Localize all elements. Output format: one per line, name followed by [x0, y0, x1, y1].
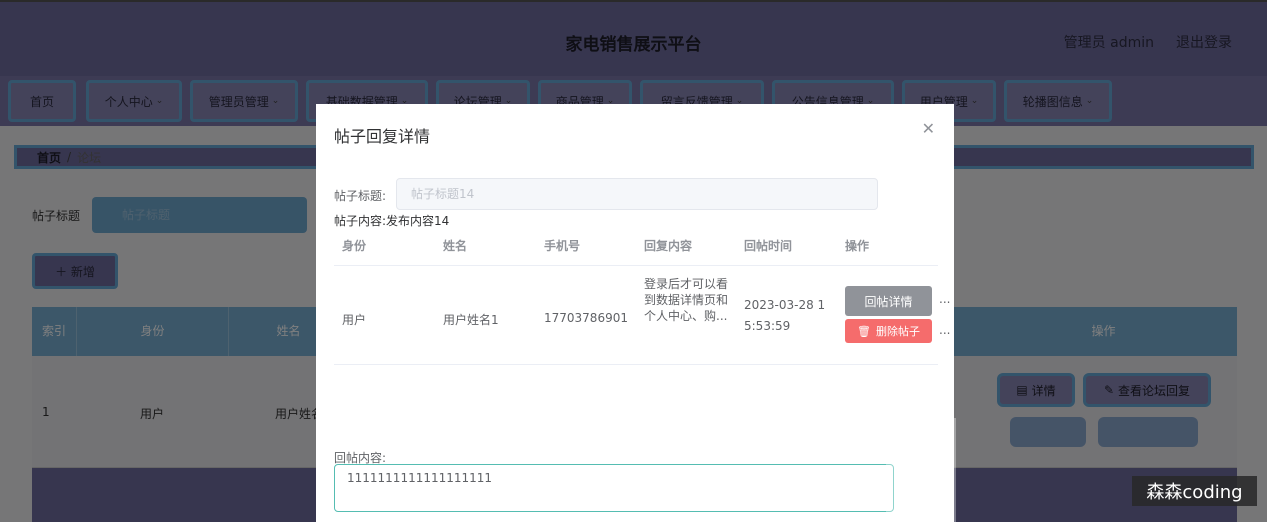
- reply-detail-button[interactable]: 回帖详情: [845, 286, 932, 316]
- post-title-label: 帖子标题:: [334, 189, 387, 203]
- reply-time: 2023-03-28 15:53:59: [744, 298, 826, 333]
- column-header-phone: 手机号: [544, 239, 581, 253]
- trash-icon: 🗑: [857, 324, 871, 338]
- table-divider: [334, 364, 938, 365]
- column-header-identity: 身份: [342, 239, 367, 253]
- column-header-actions: 操作: [845, 239, 870, 253]
- reply-content-textarea[interactable]: 1111111111111111111: [334, 464, 894, 512]
- reply-name: 用户姓名1: [443, 313, 499, 327]
- column-header-reply-content: 回复内容: [644, 239, 693, 253]
- dialog-title: 帖子回复详情: [334, 127, 431, 146]
- overflow-ellipsis: ...: [939, 323, 951, 337]
- column-header-reply-time: 回帖时间: [744, 239, 793, 253]
- post-content-value: 发布内容14: [386, 214, 450, 228]
- reply-detail-dialog: 帖子回复详情 ✕ 帖子标题: 帖子标题14 帖子内容:发布内容14 身份 姓名 …: [316, 104, 954, 522]
- reply-identity: 用户: [342, 313, 367, 327]
- reply-content: 登录后才可以看到数据详情页和个人中心、购...: [644, 277, 729, 323]
- column-header-name: 姓名: [443, 239, 468, 253]
- decorative-overlay: [886, 418, 956, 522]
- post-title-input: 帖子标题14: [396, 178, 878, 210]
- table-divider: [334, 265, 938, 266]
- reply-phone: 17703786901: [544, 311, 628, 325]
- post-content-row: 帖子内容:发布内容14: [334, 212, 449, 229]
- watermark: 森森coding: [1132, 476, 1257, 506]
- close-icon[interactable]: ✕: [922, 119, 935, 138]
- overflow-ellipsis: ...: [939, 292, 951, 306]
- delete-post-button[interactable]: 🗑 删除帖子: [845, 319, 932, 343]
- post-content-label: 帖子内容:: [334, 214, 387, 228]
